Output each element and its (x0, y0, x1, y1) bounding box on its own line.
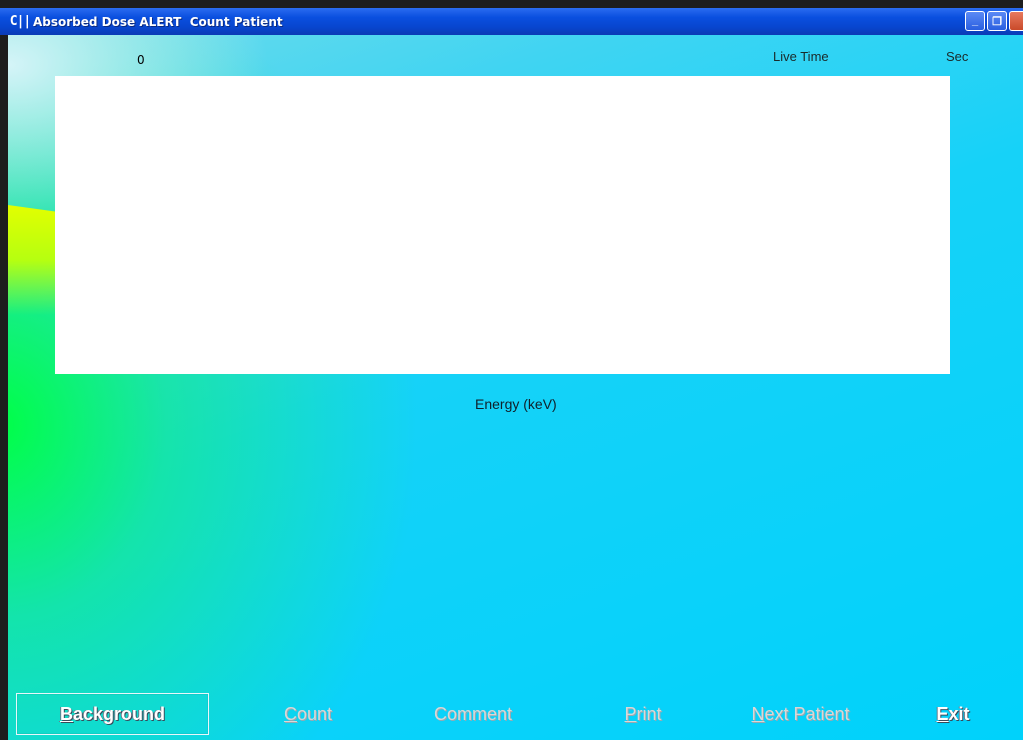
print-button-hotkey: P (624, 703, 637, 724)
title-bar[interactable]: C|| Absorbed Dose ALERT Count Patient _ … (0, 8, 1023, 35)
window-controls: _ ❐ (965, 11, 1023, 31)
count-button-label: ount (296, 703, 333, 724)
background-button-label: ackground (72, 703, 165, 724)
exit-button-hotkey: E (936, 703, 949, 724)
print-button-label: rint (636, 703, 662, 724)
count-button[interactable]: Count (248, 693, 368, 735)
background-button[interactable]: Background (16, 693, 209, 735)
y-axis-max-label: 0 (137, 53, 145, 67)
comment-button-label: Comment (433, 703, 513, 724)
exit-button-label: xit (948, 703, 970, 724)
spectrum-plot-area (55, 76, 950, 374)
comment-button[interactable]: Comment (408, 693, 538, 735)
exit-button[interactable]: Exit (913, 693, 993, 735)
restore-icon[interactable]: ❐ (987, 11, 1007, 31)
button-bar: Background Count Comment Print Next Pati… (8, 693, 1023, 735)
next-patient-button[interactable]: Next Patient (728, 693, 873, 735)
live-time-label: Live Time (773, 49, 829, 64)
client-area: 0 Live Time Sec Energy (keV) Background … (8, 35, 1023, 740)
seconds-label: Sec (946, 49, 969, 64)
background-gradient-accent (8, 205, 56, 315)
minimize-icon[interactable]: _ (965, 11, 985, 31)
app-window: C|| Absorbed Dose ALERT Count Patient _ … (0, 0, 1023, 740)
print-button[interactable]: Print (593, 693, 693, 735)
next-patient-button-label: ext Patient (764, 703, 850, 724)
window-title: Absorbed Dose ALERT Count Patient (33, 14, 283, 29)
close-icon[interactable] (1009, 11, 1023, 31)
app-logo-icon: C|| (9, 14, 31, 29)
count-button-hotkey: C (283, 703, 297, 724)
background-button-hotkey: B (59, 703, 73, 724)
x-axis-label: Energy (keV) (475, 396, 557, 412)
next-patient-button-hotkey: N (751, 703, 765, 724)
